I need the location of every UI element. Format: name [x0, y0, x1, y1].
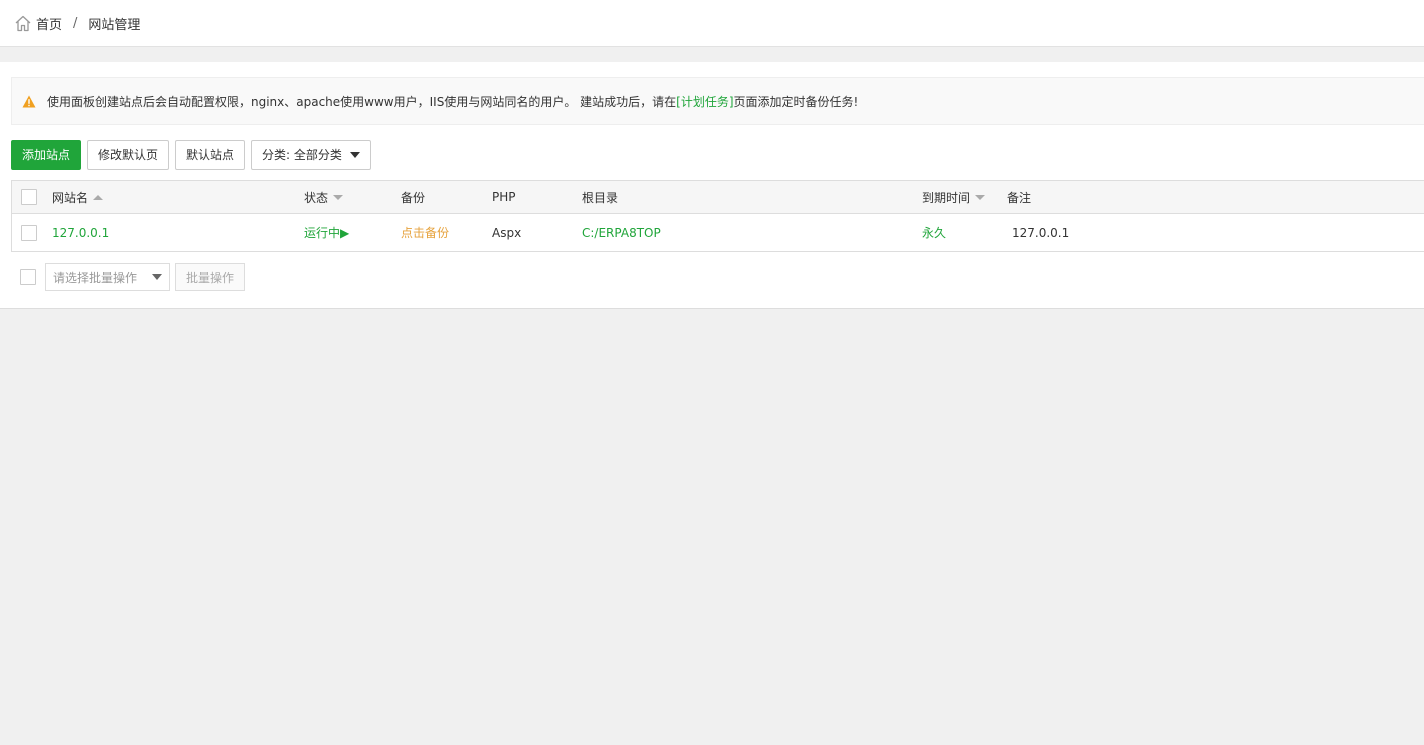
- sort-desc-icon: [975, 194, 986, 200]
- header-status[interactable]: 状态: [304, 181, 344, 213]
- notice-text-before: 使用面板创建站点后会自动配置权限，nginx、apache使用www用户，IIS…: [47, 94, 677, 109]
- default-site-button[interactable]: 默认站点: [175, 140, 246, 170]
- batch-operation-bar: 请选择批量操作 批量操作: [20, 263, 246, 291]
- batch-operation-select[interactable]: 请选择批量操作: [45, 263, 170, 291]
- site-status-toggle[interactable]: 运行中▶: [304, 214, 349, 251]
- header-expire[interactable]: 到期时间: [922, 181, 986, 213]
- notice-banner: 使用面板创建站点后会自动配置权限，nginx、apache使用www用户，IIS…: [11, 77, 1424, 125]
- breadcrumb: 首页 / 网站管理: [0, 0, 1424, 47]
- header-expire-label: 到期时间: [922, 190, 971, 205]
- select-all-checkbox[interactable]: [21, 189, 37, 205]
- breadcrumb-home[interactable]: 首页: [14, 14, 62, 33]
- chevron-down-icon: [152, 274, 162, 280]
- expire-date-link[interactable]: 永久: [922, 214, 946, 251]
- site-management-panel: 使用面板创建站点后会自动配置权限，nginx、apache使用www用户，IIS…: [0, 62, 1424, 309]
- table-header: 网站名 状态 备份 PHP 根目录 到期时间 备注: [11, 180, 1424, 214]
- batch-select-all-checkbox[interactable]: [20, 269, 36, 285]
- notice-text: 使用面板创建站点后会自动配置权限，nginx、apache使用www用户，IIS…: [47, 93, 858, 110]
- notice-text-after: 页面添加定时备份任务!: [733, 94, 859, 109]
- site-note[interactable]: 127.0.0.1: [1012, 214, 1069, 251]
- php-version: Aspx: [492, 225, 522, 240]
- category-dropdown-label: 分类: 全部分类: [262, 148, 342, 162]
- breadcrumb-separator: /: [73, 15, 78, 31]
- header-note: 备注: [1007, 190, 1032, 205]
- header-name-label: 网站名: [52, 190, 89, 205]
- table-row: 127.0.0.1 运行中▶ 点击备份 Aspx C:/ERPA8TOP 永久 …: [11, 214, 1424, 252]
- batch-operation-placeholder: 请选择批量操作: [53, 270, 138, 285]
- row-checkbox[interactable]: [21, 224, 37, 241]
- header-php: PHP: [492, 190, 516, 204]
- site-name-link[interactable]: 127.0.0.1: [52, 214, 109, 251]
- chevron-down-icon: [349, 152, 360, 158]
- home-icon: [15, 15, 31, 31]
- category-dropdown[interactable]: 分类: 全部分类: [251, 140, 371, 170]
- cron-task-link[interactable]: [计划任务]: [676, 95, 733, 109]
- toolbar: 添加站点 修改默认页 默认站点 分类: 全部分类: [11, 140, 371, 170]
- warning-icon: [22, 95, 36, 108]
- header-status-label: 状态: [304, 190, 329, 205]
- breadcrumb-current: 网站管理: [88, 17, 141, 33]
- breadcrumb-home-label: 首页: [36, 17, 63, 33]
- modify-default-page-button[interactable]: 修改默认页: [87, 140, 170, 170]
- backup-link[interactable]: 点击备份: [401, 214, 449, 251]
- sort-asc-icon: [93, 194, 104, 200]
- batch-operation-button[interactable]: 批量操作: [175, 263, 246, 291]
- add-site-button[interactable]: 添加站点: [11, 140, 82, 170]
- header-root: 根目录: [582, 190, 619, 205]
- sort-desc-icon: [333, 194, 344, 200]
- sites-table: 网站名 状态 备份 PHP 根目录 到期时间 备注 127.0.0.1 运行中▶…: [11, 180, 1424, 252]
- root-dir-link[interactable]: C:/ERPA8TOP: [582, 214, 661, 251]
- header-name[interactable]: 网站名: [52, 181, 104, 213]
- header-backup: 备份: [401, 190, 426, 205]
